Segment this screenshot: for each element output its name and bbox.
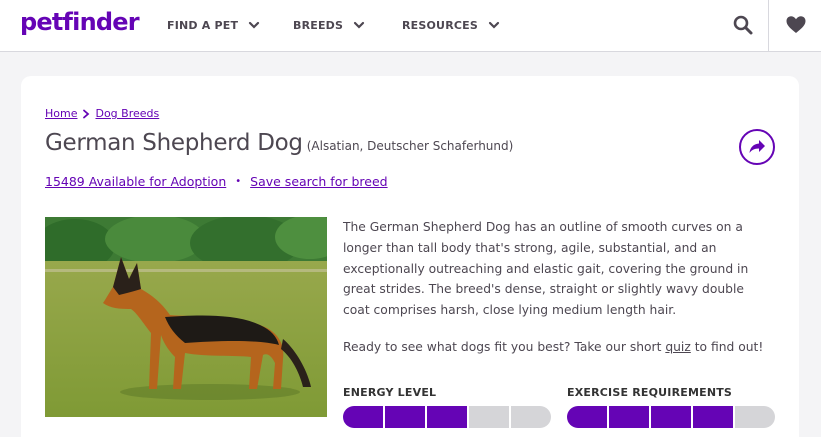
quiz-prompt-suffix: to find out! [690,340,764,354]
nav-find-a-pet[interactable]: FIND A PET [167,16,260,34]
page-title: German Shepherd Dog [45,130,303,156]
breed-description: The German Shepherd Dog has an outline o… [343,220,749,318]
save-search-link[interactable]: Save search for breed [250,174,387,189]
meter-segment [385,406,427,428]
meter-segment [427,406,469,428]
share-button[interactable] [739,129,775,165]
meter-segment [567,406,609,428]
petfinder-logo[interactable]: petfinder [20,8,140,36]
meter-segment [651,406,693,428]
breed-title-row: German Shepherd Dog (Alsatian, Deutscher… [45,130,513,156]
site-header: petfinder FIND A PET BREEDS RESOURCES [0,0,821,52]
nav-breeds[interactable]: BREEDS [293,16,365,34]
breadcrumb-dog-breeds-link[interactable]: Dog Breeds [95,107,159,120]
quiz-prompt-prefix: Ready to see what dogs fit you best? Tak… [343,340,666,354]
heart-icon[interactable] [785,14,807,36]
share-arrow-icon [749,140,765,153]
meter-segment [609,406,651,428]
chevron-down-icon [249,21,260,29]
exercise-requirements-meter [567,406,775,428]
breadcrumb: Home Dog Breeds [45,107,159,120]
search-icon[interactable] [732,14,754,36]
meter-segment [343,406,385,428]
meter-segment [693,406,735,428]
breed-card: Home Dog Breeds German Shepherd Dog (Als… [21,76,799,437]
meter-segment [735,406,775,428]
chevron-right-icon [83,109,90,118]
link-separator: • [235,176,242,187]
nav-resources-label: RESOURCES [402,18,478,32]
breed-aliases: (Alsatian, Deutscher Schaferhund) [306,139,514,153]
breed-links: 15489 Available for Adoption • Save sear… [45,174,388,189]
breadcrumb-home-link[interactable]: Home [45,107,77,120]
energy-level-meter [343,406,551,428]
meter-segment [469,406,511,428]
energy-level-label: ENERGY LEVEL [343,386,437,399]
header-divider [768,0,769,52]
available-for-adoption-link[interactable]: 15489 Available for Adoption [45,174,226,189]
chevron-down-icon [488,21,500,29]
chevron-down-icon [354,21,365,29]
nav-find-a-pet-label: FIND A PET [167,18,239,32]
quiz-prompt: Ready to see what dogs fit you best? Tak… [343,340,783,354]
nav-breeds-label: BREEDS [293,18,344,32]
breed-photo [45,217,327,417]
quiz-link[interactable]: quiz [665,340,690,354]
nav-resources[interactable]: RESOURCES [402,16,500,34]
meter-segment [511,406,551,428]
exercise-requirements-label: EXERCISE REQUIREMENTS [567,386,733,399]
